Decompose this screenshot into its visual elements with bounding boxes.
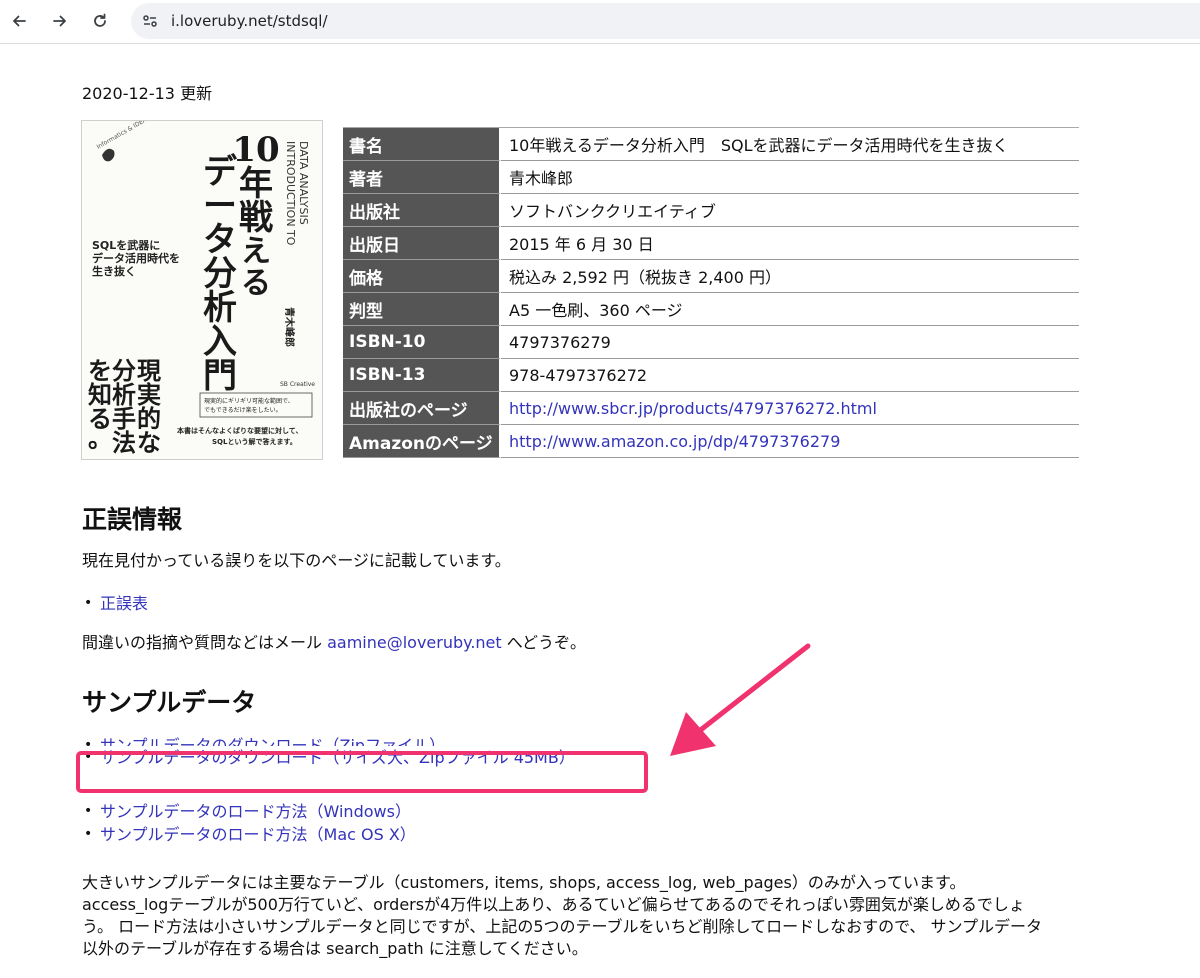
info-label: 出版社のページ (343, 392, 501, 425)
info-link[interactable]: http://www.amazon.co.jp/dp/4797376279 (509, 432, 840, 451)
errata-intro: 現在見付かっている誤りを以下のページに記載しています。 (82, 551, 511, 570)
table-row: 価格 税込み 2,592 円（税抜き 2,400 円） (343, 260, 1079, 293)
description-line: 以外のテーブルが存在する場合は search_path に注意してください。 (82, 939, 588, 958)
book-info-table: 書名 10年戦えるデータ分析入門 SQLを武器にデータ活用時代を生き抜く 著者 青木峰… (343, 127, 1079, 458)
sample-data-heading: サンプルデータ (82, 688, 257, 717)
arrow-left-icon[interactable] (5, 7, 33, 35)
info-value: 10年戦えるデータ分析入門 SQLを武器にデータ活用時代を生き抜く (501, 128, 1079, 161)
info-value: 青木峰郎 (501, 161, 1079, 194)
sample-description: 大きいサンプルデータには主要なテーブル（customers, items, sh… (82, 872, 1182, 960)
info-value: http://www.amazon.co.jp/dp/4797376279 (501, 425, 1079, 458)
info-label: 書名 (343, 128, 501, 161)
annotation-arrow-icon (670, 643, 811, 756)
info-label: 価格 (343, 260, 501, 293)
contact-email-link[interactable]: aamine@loveruby.net (327, 633, 502, 652)
info-label: ISBN-10 (343, 326, 501, 359)
errata-heading: 正誤情報 (82, 505, 183, 534)
info-value: ソフトバンククリエイティブ (501, 194, 1079, 227)
table-row: Amazonのページ http://www.amazon.co.jp/dp/479… (343, 425, 1079, 458)
tune-icon[interactable] (137, 8, 163, 34)
svg-text:生き抜く: 生き抜く (92, 264, 136, 278)
info-value: http://www.sbcr.jp/products/4797376272.h… (501, 392, 1079, 425)
contact-suffix: へどうぞ。 (501, 633, 586, 652)
info-value: 978-4797376272 (501, 359, 1079, 392)
list-item: サンプルデータのダウンロード（Zipファイル） (82, 734, 575, 746)
description-line: access_logテーブルが500万行ていど、ordersが4万件以上あり、あ… (82, 895, 1025, 914)
table-row: 出版日 2015 年 6 月 30 日 (343, 227, 1079, 260)
list-item: サンプルデータのロード方法（Windows） (82, 800, 416, 823)
sample-links-list-bottom: サンプルデータのロード方法（Windows） サンプルデータのロード方法（Mac… (82, 800, 416, 846)
svg-text:な: な (137, 428, 161, 457)
svg-text:SB Creative: SB Creative (280, 381, 315, 388)
description-line: う。 ロード方法は小さいサンプルデータと同じですが、上記の5つのテーブルをいちど… (82, 917, 1043, 936)
info-value: A5 一色刷、360 ページ (501, 293, 1079, 326)
info-label: 出版日 (343, 227, 501, 260)
table-row: 著者 青木峰郎 (343, 161, 1079, 194)
sample-download-link[interactable]: サンプルデータのダウンロード（Zipファイル） (100, 736, 445, 746)
info-label: 出版社 (343, 194, 501, 227)
reload-icon[interactable] (86, 7, 114, 35)
svg-text:門: 門 (203, 356, 237, 396)
svg-text:現実的にギリギリ可能な範囲で、: 現実的にギリギリ可能な範囲で、 (204, 397, 294, 405)
book-cover-image: Informatics & IDEA SQLを武器に データ活用時代を 生き抜く… (81, 120, 323, 460)
table-row: ISBN-13 978-4797376272 (343, 359, 1079, 392)
description-line: 大きいサンプルデータには主要なテーブル（customers, items, sh… (82, 873, 966, 892)
svg-text:る: る (241, 266, 271, 301)
info-value: 4797376279 (501, 326, 1079, 359)
load-mac-link[interactable]: サンプルデータのロード方法（Mac OS X） (100, 825, 416, 844)
info-label: Amazonのページ (343, 425, 501, 458)
svg-text:データ活用時代を: データ活用時代を (92, 251, 180, 265)
svg-text:DATA ANALYSIS: DATA ANALYSIS (297, 141, 310, 225)
info-label: 著者 (343, 161, 501, 194)
errata-link[interactable]: 正誤表 (100, 594, 148, 613)
svg-text:戦: 戦 (239, 198, 273, 238)
browser-toolbar: i.loveruby.net/stdsql/ (0, 0, 1200, 44)
svg-text:INTRODUCTION TO: INTRODUCTION TO (284, 141, 297, 246)
url-text[interactable]: i.loveruby.net/stdsql/ (171, 12, 328, 30)
info-value: 2015 年 6 月 30 日 (501, 227, 1079, 260)
list-item: サンプルデータのロード方法（Mac OS X） (82, 823, 416, 846)
svg-text:。: 。 (88, 424, 112, 453)
table-row: ISBN-10 4797376279 (343, 326, 1079, 359)
address-bar[interactable]: i.loveruby.net/stdsql/ (131, 3, 1200, 39)
table-row: 判型 A5 一色刷、360 ページ (343, 293, 1079, 326)
table-row: 出版社のページ http://www.sbcr.jp/products/47973… (343, 392, 1079, 425)
svg-text:え: え (241, 234, 271, 269)
svg-text:本書はそんなよくばりな要望に対して、: 本書はそんなよくばりな要望に対して、 (176, 426, 302, 435)
table-row: 書名 10年戦えるデータ分析入門 SQLを武器にデータ活用時代を生き抜く (343, 128, 1079, 161)
svg-text:SQLという解で答えます。: SQLという解で答えます。 (212, 437, 297, 446)
info-link[interactable]: http://www.sbcr.jp/products/4797376272.h… (509, 399, 877, 418)
svg-text:法: 法 (112, 428, 136, 457)
info-label: 判型 (343, 293, 501, 326)
info-label: ISBN-13 (343, 359, 501, 392)
list-item: 正誤表 (82, 592, 148, 615)
svg-text:SQLを武器に: SQLを武器に (92, 238, 160, 252)
table-row: 出版社 ソフトバンククリエイティブ (343, 194, 1079, 227)
info-value: 税込み 2,592 円（税抜き 2,400 円） (501, 260, 1079, 293)
svg-text:青木峰郎: 青木峰郎 (283, 307, 296, 347)
updated-date: 2020-12-13 更新 (82, 84, 213, 103)
svg-text:でもできるだけ楽をしたい。: でもできるだけ楽をしたい。 (204, 406, 282, 414)
highlight-box (76, 751, 648, 793)
errata-list: 正誤表 (82, 592, 148, 615)
arrow-right-icon[interactable] (46, 7, 74, 35)
contact-prefix: 間違いの指摘や質問などはメール (82, 633, 328, 652)
contact-text: 間違いの指摘や質問などはメール aamine@loveruby.net へどうぞ… (82, 632, 586, 654)
load-windows-link[interactable]: サンプルデータのロード方法（Windows） (100, 802, 411, 821)
